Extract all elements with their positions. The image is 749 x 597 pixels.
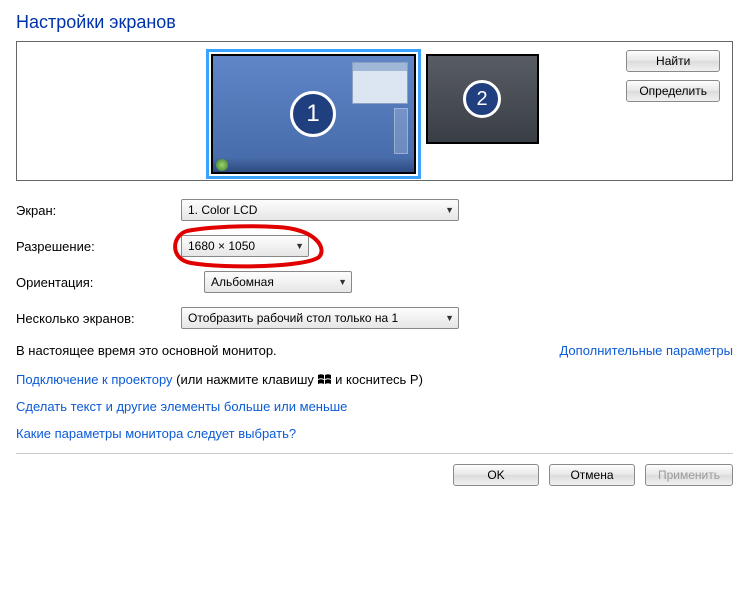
apply-button[interactable]: Применить [645, 464, 733, 486]
projector-link[interactable]: Подключение к проектору [16, 372, 173, 387]
divider [16, 453, 733, 454]
mini-sidebar-icon [394, 108, 408, 154]
primary-monitor-text: В настоящее время это основной монитор. [16, 343, 277, 358]
orientation-select[interactable]: Альбомная ▼ [204, 271, 352, 293]
mini-start-icon [216, 159, 228, 171]
identify-button[interactable]: Определить [626, 80, 720, 102]
which-settings-link[interactable]: Какие параметры монитора следует выбрать… [16, 426, 296, 441]
text-size-link[interactable]: Сделать текст и другие элементы больше и… [16, 399, 347, 414]
multiple-displays-value: Отобразить рабочий стол только на 1 [188, 311, 398, 325]
find-button[interactable]: Найти [626, 50, 720, 72]
multiple-displays-select[interactable]: Отобразить рабочий стол только на 1 ▼ [181, 307, 459, 329]
display-label: Экран: [16, 203, 181, 218]
monitor-number-badge: 1 [290, 91, 336, 137]
monitor-1[interactable]: 1 [211, 54, 416, 174]
chevron-down-icon: ▼ [445, 205, 454, 215]
settings-form: Экран: 1. Color LCD ▼ Разрешение: 1680 ×… [16, 199, 733, 329]
mini-taskbar-icon [213, 158, 414, 172]
monitor-number-badge: 2 [463, 80, 501, 118]
chevron-down-icon: ▼ [338, 277, 347, 287]
multiple-displays-label: Несколько экранов: [16, 311, 181, 326]
chevron-down-icon: ▼ [445, 313, 454, 323]
projector-hint-post: и коснитесь P) [332, 372, 423, 387]
display-value: 1. Color LCD [188, 203, 257, 217]
cancel-button[interactable]: Отмена [549, 464, 635, 486]
ok-button[interactable]: OK [453, 464, 539, 486]
resolution-select[interactable]: 1680 × 1050 ▼ [181, 235, 309, 257]
monitors-area: 1 2 [31, 54, 718, 174]
windows-key-icon [318, 374, 332, 386]
orientation-value: Альбомная [211, 275, 274, 289]
resolution-value: 1680 × 1050 [188, 239, 255, 253]
display-select[interactable]: 1. Color LCD ▼ [181, 199, 459, 221]
advanced-settings-link[interactable]: Дополнительные параметры [559, 343, 733, 358]
chevron-down-icon: ▼ [295, 241, 304, 251]
orientation-label: Ориентация: [16, 275, 181, 290]
monitor-2[interactable]: 2 [426, 54, 539, 144]
monitors-panel: 1 2 Найти Определить [16, 41, 733, 181]
projector-hint-pre: (или нажмите клавишу [173, 372, 318, 387]
mini-window-icon [352, 62, 408, 104]
page-title: Настройки экранов [16, 12, 733, 33]
resolution-label: Разрешение: [16, 239, 181, 254]
dialog-footer: OK Отмена Применить [16, 464, 733, 486]
